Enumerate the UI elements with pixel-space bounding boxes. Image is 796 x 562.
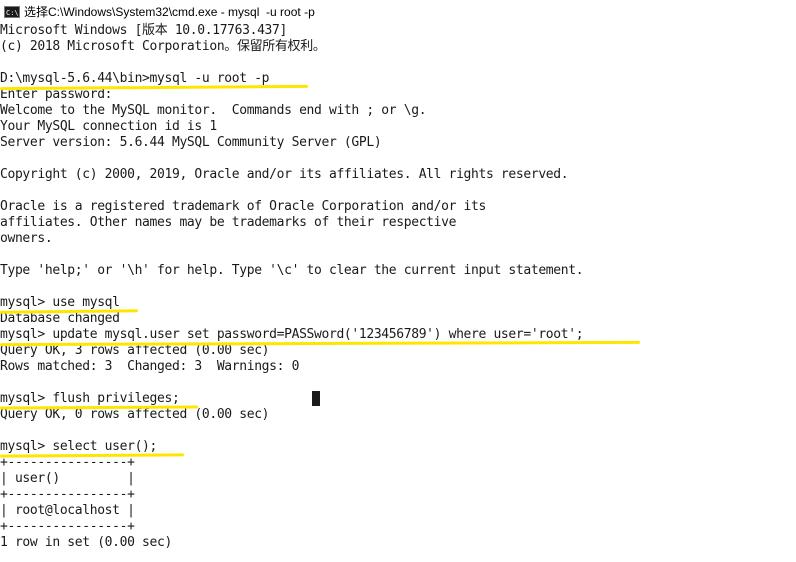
console-line: Query OK, 0 rows affected (0.00 sec)	[0, 407, 270, 422]
console-line: Server version: 5.6.44 MySQL Community S…	[0, 135, 382, 150]
console-line: Copyright (c) 2000, 2019, Oracle and/or …	[0, 167, 569, 182]
console-line: +----------------+	[0, 487, 135, 502]
console-line: Microsoft Windows [版本 10.0.17763.437]	[0, 23, 287, 38]
console-line: 1 row in set (0.00 sec)	[0, 535, 172, 550]
console-line: mysql> flush privileges;	[0, 391, 180, 406]
cmd-window: C:\ 选择C:\Windows\System32\cmd.exe - mysq…	[0, 0, 796, 562]
console-line: | root@localhost |	[0, 503, 135, 518]
title-bar[interactable]: C:\ 选择C:\Windows\System32\cmd.exe - mysq…	[0, 0, 796, 24]
console-line: mysql> select user();	[0, 439, 158, 454]
console-line: owners.	[0, 231, 53, 246]
console-line: Welcome to the MySQL monitor. Commands e…	[0, 103, 427, 118]
console-line: (c) 2018 Microsoft Corporation。保留所有权利。	[0, 39, 326, 54]
window-title: 选择C:\Windows\System32\cmd.exe - mysql -u…	[24, 5, 315, 19]
text-cursor	[312, 391, 320, 406]
highlight-underline	[0, 453, 185, 458]
console-icon: C:\	[4, 5, 20, 18]
console-line: Rows matched: 3 Changed: 3 Warnings: 0	[0, 359, 300, 374]
console-line: Type 'help;' or '\h' for help. Type '\c'…	[0, 263, 584, 278]
console-line: Oracle is a registered trademark of Orac…	[0, 199, 486, 214]
console-output[interactable]: Microsoft Windows [版本 10.0.17763.437] (c…	[0, 23, 796, 562]
console-line: Your MySQL connection id is 1	[0, 119, 217, 134]
console-line: +----------------+	[0, 519, 135, 534]
console-line: mysql> use mysql	[0, 295, 120, 310]
console-line: | user() |	[0, 471, 135, 486]
console-line: affiliates. Other names may be trademark…	[0, 215, 457, 230]
